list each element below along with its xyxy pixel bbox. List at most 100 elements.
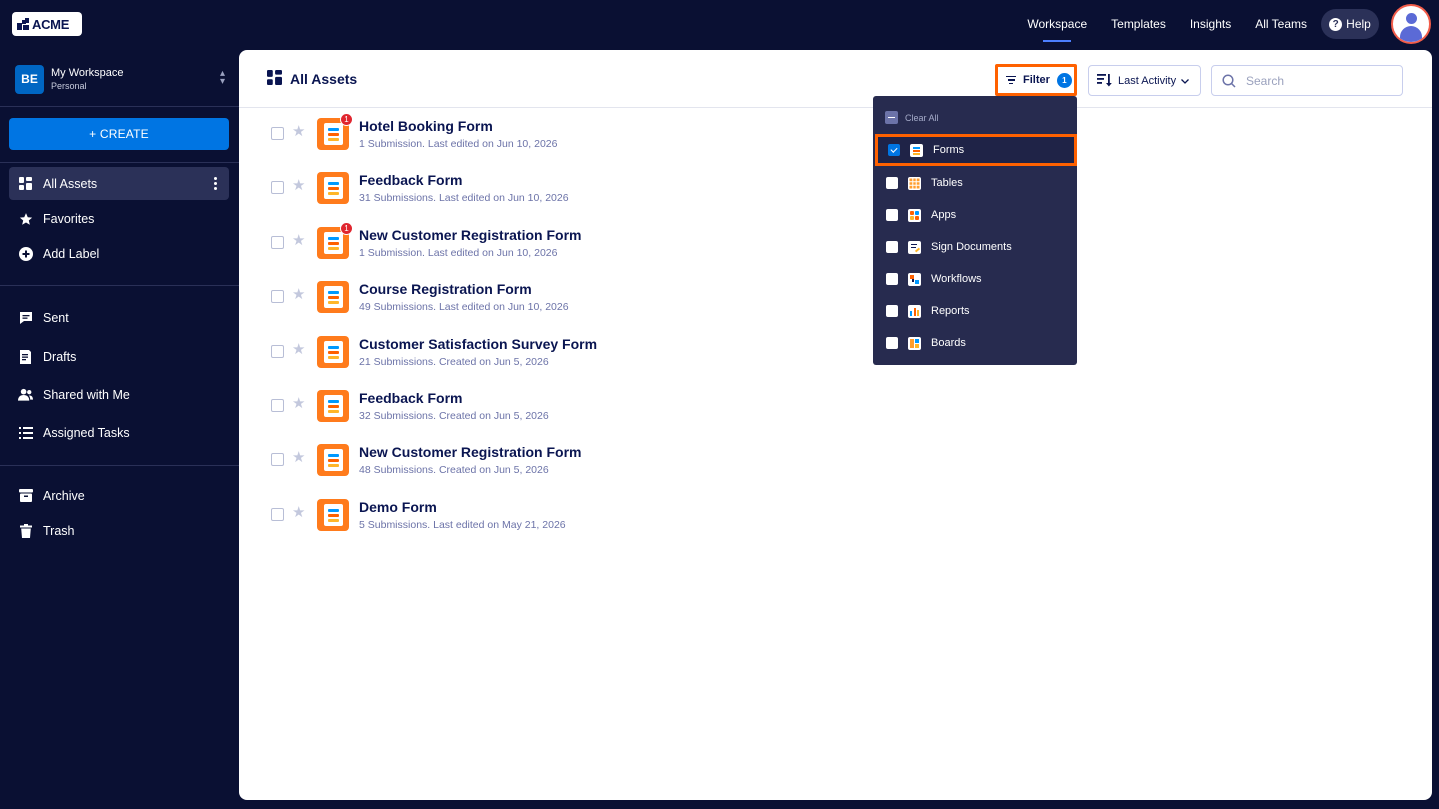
asset-meta: 31 Submissions. Last edited on Jun 10, 2…	[359, 192, 569, 204]
acme-logo[interactable]: ACME	[12, 12, 82, 36]
row-checkbox[interactable]	[271, 127, 284, 140]
sidebar-item-label: Drafts	[43, 349, 77, 364]
filter-option-apps[interactable]: Apps	[873, 199, 1077, 231]
sidebar-item-archive[interactable]: Archive	[9, 479, 229, 512]
sidebar-item-shared-with-me[interactable]: Shared with Me	[9, 378, 229, 411]
page-title-text: All Assets	[290, 71, 358, 87]
sort-dropdown[interactable]: Last Activity	[1088, 65, 1201, 96]
asset-row[interactable]: ★ Feedback Form 31 Submissions. Last edi…	[239, 163, 1432, 217]
apps-icon	[908, 208, 921, 222]
checkbox[interactable]	[886, 337, 898, 349]
row-checkbox[interactable]	[271, 290, 284, 303]
favorite-star-icon[interactable]: ★	[292, 394, 305, 412]
row-checkbox[interactable]	[271, 345, 284, 358]
asset-title[interactable]: New Customer Registration Form	[359, 444, 581, 460]
user-avatar[interactable]	[1391, 4, 1431, 44]
workspace-switcher[interactable]: BE My Workspace Personal ▴ ▾	[15, 64, 225, 94]
sidebar-item-label: Sent	[43, 310, 69, 325]
asset-title[interactable]: Hotel Booking Form	[359, 118, 493, 134]
help-button[interactable]: ? Help	[1321, 9, 1379, 39]
search-box[interactable]	[1211, 65, 1403, 96]
asset-row[interactable]: ★ Customer Satisfaction Survey Form 21 S…	[239, 327, 1432, 381]
nav-all-teams[interactable]: All Teams	[1255, 0, 1307, 48]
filter-option-label: Reports	[931, 305, 970, 317]
tasks-icon	[18, 425, 33, 440]
sidebar-item-favorites[interactable]: Favorites	[9, 202, 229, 235]
sidebar-item-sent[interactable]: Sent	[9, 301, 229, 334]
sidebar-item-assigned-tasks[interactable]: Assigned Tasks	[9, 416, 229, 449]
asset-title[interactable]: Customer Satisfaction Survey Form	[359, 336, 597, 352]
checkbox[interactable]	[886, 177, 898, 189]
minus-icon	[885, 111, 898, 124]
create-button[interactable]: + CREATE	[9, 118, 229, 150]
asset-title[interactable]: Feedback Form	[359, 390, 462, 406]
filter-option-sign-documents[interactable]: Sign Documents	[873, 231, 1077, 263]
sidebar-item-drafts[interactable]: Drafts	[9, 340, 229, 373]
chevron-up-down-icon: ▴ ▾	[219, 68, 225, 87]
clear-all-button[interactable]: Clear All	[885, 111, 939, 124]
nav-workspace[interactable]: Workspace	[1027, 0, 1087, 48]
favorite-star-icon[interactable]: ★	[292, 285, 305, 303]
asset-title[interactable]: New Customer Registration Form	[359, 227, 581, 243]
workflows-icon	[908, 272, 921, 286]
asset-row[interactable]: ★ Feedback Form 32 Submissions. Created …	[239, 381, 1432, 435]
sidebar-item-add-label[interactable]: Add Label	[9, 237, 229, 270]
favorite-star-icon[interactable]: ★	[292, 340, 305, 358]
nav-templates[interactable]: Templates	[1111, 0, 1166, 48]
asset-row[interactable]: ★ New Customer Registration Form 48 Subm…	[239, 435, 1432, 489]
checkbox[interactable]	[886, 241, 898, 253]
archive-icon	[18, 488, 33, 503]
row-checkbox[interactable]	[271, 181, 284, 194]
notification-badge: 1	[340, 222, 353, 235]
search-input[interactable]	[1246, 73, 1386, 88]
help-label: Help	[1346, 17, 1371, 31]
filter-option-label: Boards	[931, 337, 966, 349]
favorite-star-icon[interactable]: ★	[292, 448, 305, 466]
asset-meta: 32 Submissions. Created on Jun 5, 2026	[359, 410, 549, 422]
forms-icon	[910, 143, 923, 157]
checkbox[interactable]	[886, 305, 898, 317]
sidebar: BE My Workspace Personal ▴ ▾ + CREATE All…	[0, 48, 239, 809]
form-icon	[317, 444, 349, 476]
asset-row[interactable]: ★ Course Registration Form 49 Submission…	[239, 272, 1432, 326]
row-checkbox[interactable]	[271, 399, 284, 412]
sidebar-item-label: Trash	[43, 523, 75, 538]
favorite-star-icon[interactable]: ★	[292, 503, 305, 521]
filter-option-label: Tables	[931, 177, 963, 189]
filter-option-boards[interactable]: Boards	[873, 327, 1077, 359]
favorite-star-icon[interactable]: ★	[292, 231, 305, 249]
filter-option-reports[interactable]: Reports	[873, 295, 1077, 327]
sort-label: Last Activity	[1118, 74, 1177, 87]
sidebar-item-all-assets[interactable]: All Assets	[9, 167, 229, 200]
checkbox[interactable]	[886, 273, 898, 285]
asset-title[interactable]: Demo Form	[359, 499, 437, 515]
asset-row[interactable]: ★ 1 Hotel Booking Form 1 Submission. Las…	[239, 109, 1432, 163]
nav-insights[interactable]: Insights	[1190, 0, 1231, 48]
filter-option-forms[interactable]: Forms	[875, 134, 1077, 166]
favorite-star-icon[interactable]: ★	[292, 122, 305, 140]
asset-row[interactable]: ★ 1 New Customer Registration Form 1 Sub…	[239, 218, 1432, 272]
asset-row[interactable]: ★ Demo Form 5 Submissions. Last edited o…	[239, 490, 1432, 544]
favorite-star-icon[interactable]: ★	[292, 176, 305, 194]
asset-meta: 21 Submissions. Created on Jun 5, 2026	[359, 356, 549, 368]
row-checkbox[interactable]	[271, 453, 284, 466]
asset-title[interactable]: Feedback Form	[359, 172, 462, 188]
main-panel: All Assets Filter 1 Last Activity ★	[239, 50, 1432, 800]
asset-title[interactable]: Course Registration Form	[359, 281, 532, 297]
users-icon	[18, 387, 33, 402]
row-checkbox[interactable]	[271, 236, 284, 249]
sidebar-item-label: All Assets	[43, 176, 98, 191]
more-options-icon[interactable]	[214, 177, 217, 190]
page-title: All Assets	[267, 70, 357, 88]
row-checkbox[interactable]	[271, 508, 284, 521]
asset-meta: 1 Submission. Last edited on Jun 10, 202…	[359, 138, 558, 150]
asset-meta: 5 Submissions. Last edited on May 21, 20…	[359, 519, 566, 531]
checkbox-checked[interactable]	[888, 144, 900, 156]
checkbox[interactable]	[886, 209, 898, 221]
filter-button[interactable]: Filter 1	[995, 64, 1077, 96]
sidebar-item-trash[interactable]: Trash	[9, 514, 229, 547]
filter-dropdown: Clear All Forms Tables Apps Sign Documen…	[873, 96, 1077, 365]
filter-option-workflows[interactable]: Workflows	[873, 263, 1077, 295]
filter-option-tables[interactable]: Tables	[873, 167, 1077, 199]
form-icon	[317, 499, 349, 531]
